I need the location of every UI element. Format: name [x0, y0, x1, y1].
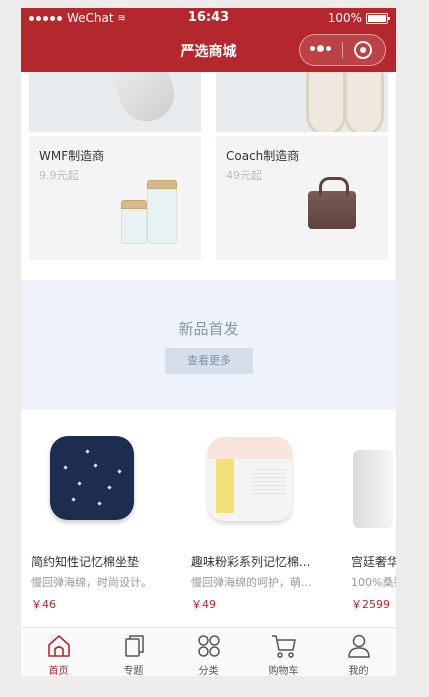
tab-topics[interactable]: 专题 — [96, 628, 171, 676]
product-item[interactable]: 简约知性记忆棉坐垫 慢回弹海绵，时尚设计。 ￥46 — [21, 410, 171, 627]
tab-label: 购物车 — [268, 666, 299, 676]
tab-profile[interactable]: 我的 — [321, 628, 396, 676]
tab-label: 首页 — [48, 666, 69, 676]
product-description: 慢回弹海绵，时尚设计。 — [31, 576, 152, 589]
brand-price: 49元起 — [226, 169, 262, 182]
battery-percent: 100% — [327, 11, 362, 25]
battery-indicator: 100% — [327, 11, 390, 25]
tab-label: 我的 — [348, 666, 369, 676]
brand-price: 9.9元起 — [39, 169, 79, 182]
phone-screen: WeChat ≋ 16:43 100% 严选商城 WMF制造商 9.9元起 Co… — [21, 8, 396, 676]
topic-icon — [125, 635, 144, 657]
product-image — [21, 410, 171, 545]
product-description: 100%桑蚕 — [351, 576, 396, 589]
product-name: 宫廷奢华 — [351, 555, 396, 569]
brand-card-coach[interactable]: Coach制造商 49元起 — [216, 136, 388, 260]
brand-name: Coach制造商 — [226, 149, 300, 163]
status-bar: WeChat ≋ 16:43 100% — [21, 8, 396, 28]
product-name: 简约知性记忆棉坐垫 — [31, 555, 140, 569]
product-image — [341, 410, 396, 545]
product-description: 慢回弹海绵的呵护，萌... — [191, 576, 312, 589]
product-list: 简约知性记忆棉坐垫 慢回弹海绵，时尚设计。 ￥46 趣味粉彩系列记忆棉... 慢… — [21, 410, 396, 627]
new-arrivals-title: 新品首发 — [178, 320, 239, 338]
more-options-icon[interactable] — [310, 45, 331, 52]
product-image — [181, 410, 331, 545]
product-item[interactable]: 宫廷奢华 100%桑蚕 ￥2599 — [341, 410, 396, 627]
pillow-image — [353, 450, 393, 528]
battery-icon — [366, 12, 390, 24]
brand-name: WMF制造商 — [39, 149, 105, 163]
product-item[interactable]: 趣味粉彩系列记忆棉... 慢回弹海绵的呵护，萌... ￥49 — [181, 410, 331, 627]
profile-icon — [348, 634, 370, 658]
canister-image — [121, 200, 147, 244]
tab-bar: 首页 专题 分类 购物车 我的 — [21, 627, 396, 676]
tab-categories[interactable]: 分类 — [171, 628, 246, 676]
category-icon — [198, 635, 220, 657]
tab-cart[interactable]: 购物车 — [246, 628, 321, 676]
sock-image — [102, 72, 183, 129]
new-arrivals-banner: 新品首发 查看更多 — [21, 280, 396, 410]
handbag-image — [308, 177, 356, 229]
home-icon — [48, 635, 70, 657]
navy-cushion-image — [50, 436, 134, 520]
view-more-button[interactable]: 查看更多 — [165, 348, 253, 374]
canister-image — [147, 180, 177, 244]
product-price: ￥46 — [31, 598, 56, 611]
slipper-image — [306, 72, 346, 132]
tab-label: 分类 — [198, 666, 219, 676]
close-miniprogram-icon[interactable] — [354, 41, 372, 59]
main-content: WMF制造商 9.9元起 Coach制造商 49元起 新品首发 查看更多 简约知… — [21, 72, 396, 627]
brand-card-wmf[interactable]: WMF制造商 9.9元起 — [29, 136, 201, 260]
nav-bar: 严选商城 — [21, 28, 396, 72]
pastel-cushion-image — [208, 437, 292, 521]
capsule-divider — [342, 42, 343, 58]
slipper-image — [344, 72, 384, 132]
brand-image-top-right[interactable] — [216, 72, 388, 132]
cart-icon — [272, 635, 296, 658]
brand-image-top-left[interactable] — [29, 72, 201, 132]
tab-home[interactable]: 首页 — [21, 628, 96, 676]
capsule-menu — [299, 34, 386, 66]
tab-label: 专题 — [123, 666, 144, 676]
product-price: ￥2599 — [351, 598, 390, 611]
product-price: ￥49 — [191, 598, 216, 611]
product-name: 趣味粉彩系列记忆棉... — [191, 555, 311, 569]
